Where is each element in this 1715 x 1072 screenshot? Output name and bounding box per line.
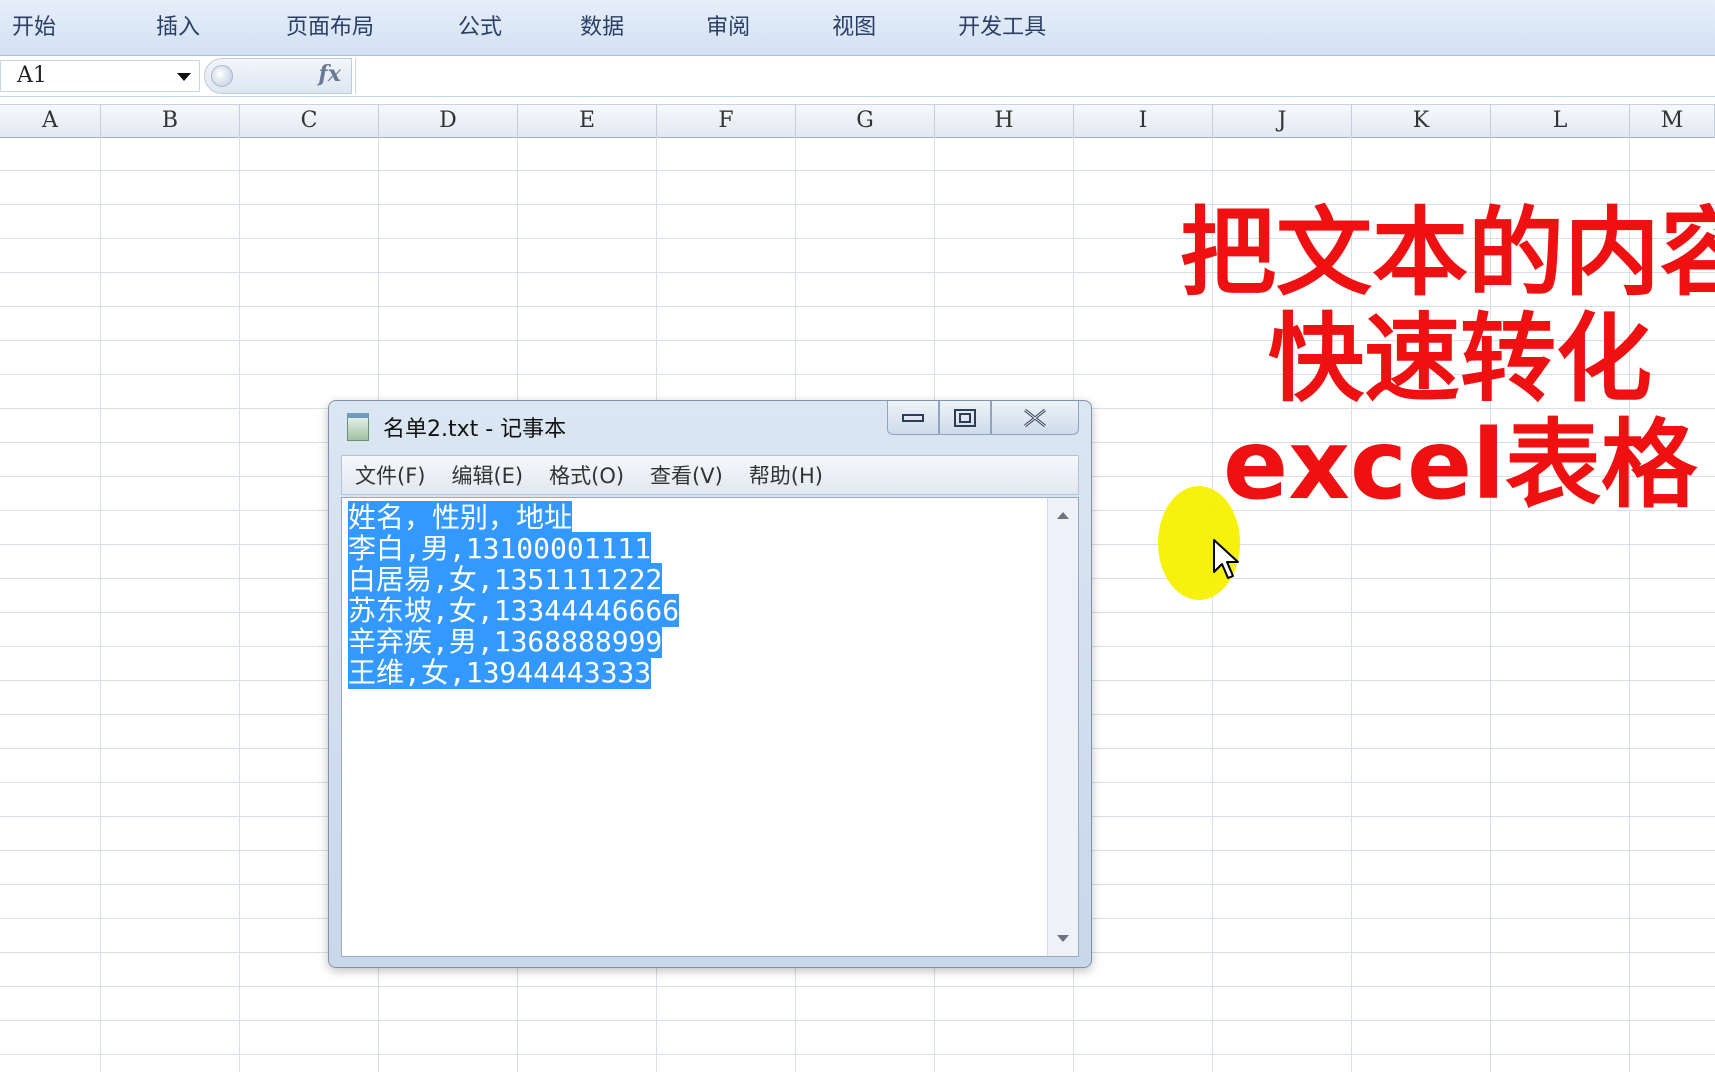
column-header[interactable]: L <box>1491 105 1630 137</box>
column-header[interactable]: D <box>379 105 518 137</box>
minimize-button[interactable] <box>887 401 939 435</box>
overlay-title-line: 快速转化 <box>1268 303 1652 415</box>
column-header[interactable]: I <box>1074 105 1213 137</box>
name-box-value: A1 <box>17 63 47 88</box>
tab-developer[interactable]: 开发工具 <box>946 8 1058 48</box>
column-header[interactable]: E <box>518 105 657 137</box>
scroll-up-icon[interactable] <box>1057 512 1069 519</box>
ribbon-tabs: 开始 插入 页面布局 公式 数据 审阅 视图 开发工具 <box>0 0 1060 55</box>
column-header[interactable]: K <box>1352 105 1491 137</box>
minimize-icon <box>902 413 924 422</box>
restore-icon <box>954 408 976 427</box>
text-line: 姓名，性别，地址 <box>348 501 573 534</box>
notepad-title: 名单2.txt - 记事本 <box>383 417 567 442</box>
close-button[interactable] <box>991 401 1079 435</box>
column-header[interactable]: A <box>0 105 101 137</box>
vertical-scrollbar[interactable] <box>1047 498 1078 956</box>
text-line: 苏东坡,女,13344446666 <box>348 594 680 627</box>
tab-insert[interactable]: 插入 <box>144 8 212 48</box>
tab-formulas[interactable]: 公式 <box>446 8 514 48</box>
overlay-title-line: excel表格 <box>1223 409 1697 521</box>
formula-bar: A1 fx <box>0 56 1715 97</box>
column-header[interactable]: J <box>1213 105 1352 137</box>
tab-data[interactable]: 数据 <box>568 8 636 48</box>
menu-edit[interactable]: 编辑(E) <box>438 460 536 490</box>
column-header[interactable]: G <box>796 105 935 137</box>
tab-review[interactable]: 审阅 <box>694 8 762 48</box>
column-header[interactable]: B <box>101 105 240 137</box>
column-header[interactable]: M <box>1630 105 1715 137</box>
tab-page-layout[interactable]: 页面布局 <box>274 8 386 48</box>
close-icon <box>1024 408 1046 427</box>
notepad-text-area[interactable]: 姓名，性别，地址 李白,男,13100001111 白居易,女,13511112… <box>341 497 1079 957</box>
formula-input[interactable] <box>355 58 1715 94</box>
overlay-title-line: 把文本的内容 <box>1180 197 1715 309</box>
column-header[interactable]: C <box>240 105 379 137</box>
text-line: 李白,男,13100001111 <box>348 532 652 565</box>
text-line: 白居易,女,1351111222 <box>348 563 663 596</box>
text-line: 辛弃疾,男,1368888999 <box>348 625 663 658</box>
menu-help[interactable]: 帮助(H) <box>736 460 836 490</box>
tab-home[interactable]: 开始 <box>0 8 68 48</box>
menu-format[interactable]: 格式(O) <box>536 460 637 490</box>
ribbon: 开始 插入 页面布局 公式 数据 审阅 视图 开发工具 <box>0 0 1715 56</box>
column-header-row: A B C D E F G H I J K L M <box>0 104 1715 138</box>
name-box[interactable]: A1 <box>0 60 200 92</box>
column-header[interactable]: H <box>935 105 1074 137</box>
menu-file[interactable]: 文件(F) <box>342 460 438 490</box>
formula-bar-resize-handle[interactable] <box>211 65 233 87</box>
notepad-icon <box>347 413 369 441</box>
notepad-window[interactable]: 名单2.txt - 记事本 文件(F) 编辑(E) 格式(O) 查看(V) 帮助… <box>328 400 1092 968</box>
notepad-menubar: 文件(F) 编辑(E) 格式(O) 查看(V) 帮助(H) <box>341 455 1079 495</box>
chevron-down-icon[interactable] <box>177 73 191 81</box>
menu-view[interactable]: 查看(V) <box>637 460 736 490</box>
insert-function-icon[interactable]: fx <box>318 61 341 87</box>
notepad-text: 姓名，性别，地址 李白,男,13100001111 白居易,女,13511112… <box>348 501 680 689</box>
column-header[interactable]: F <box>657 105 796 137</box>
formula-function-area: fx <box>204 58 352 94</box>
notepad-titlebar[interactable]: 名单2.txt - 记事本 <box>329 401 1091 451</box>
maximize-button[interactable] <box>939 401 991 435</box>
text-line: 王维,女,13944443333 <box>348 656 652 689</box>
tab-view[interactable]: 视图 <box>820 8 888 48</box>
window-controls <box>887 401 1079 435</box>
mouse-pointer-icon <box>1213 539 1239 579</box>
overlay-title: 把文本的内容 快速转化 excel表格 <box>1180 200 1715 518</box>
scroll-down-icon[interactable] <box>1057 935 1069 942</box>
